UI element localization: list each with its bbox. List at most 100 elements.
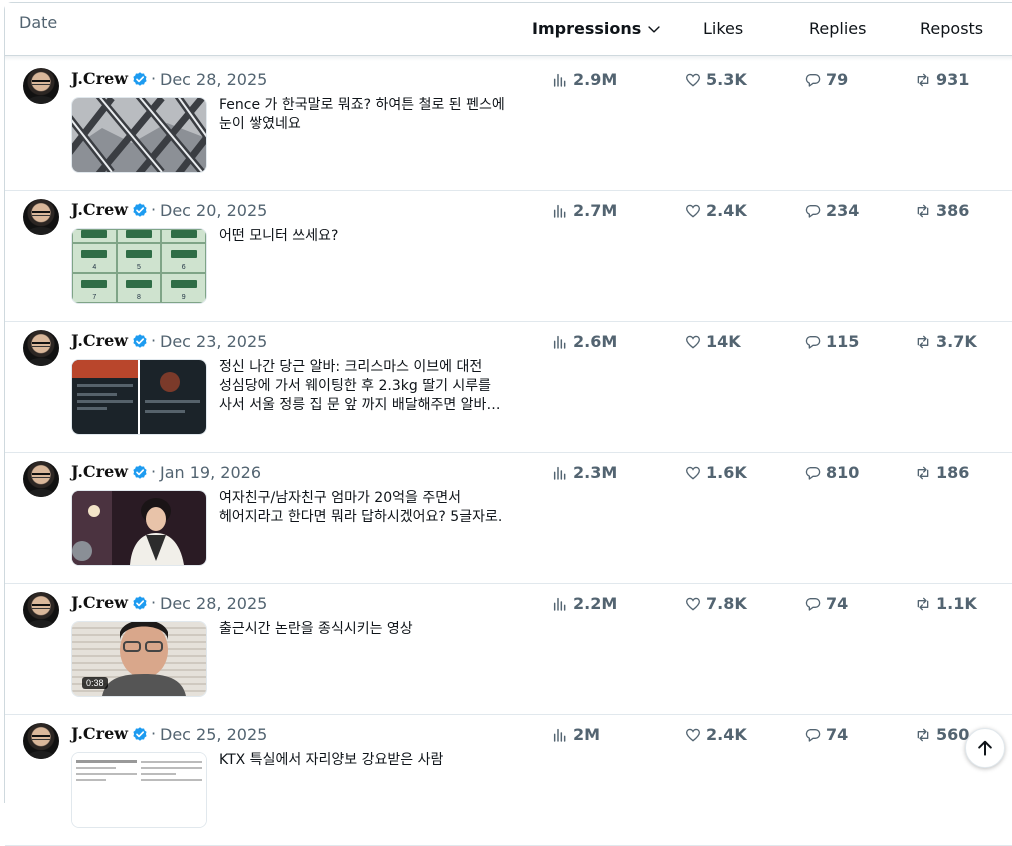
likes-metric[interactable]: 2.4K bbox=[685, 201, 747, 220]
replies-metric[interactable]: 810 bbox=[805, 463, 859, 482]
author-name[interactable]: J.Crew bbox=[71, 331, 128, 350]
repost-icon bbox=[917, 728, 929, 741]
post-text[interactable]: 정신 나간 당근 알바: 크리스마스 이브에 대전 성심당에 가서 웨이팅한 후… bbox=[219, 358, 505, 415]
reposts-metric[interactable]: 3.7K bbox=[915, 332, 977, 351]
post-text[interactable]: KTX 특실에서 자리양보 강요받은 사람 bbox=[219, 751, 505, 770]
column-header-replies[interactable]: Replies bbox=[809, 19, 866, 38]
reposts-value: 931 bbox=[936, 70, 970, 89]
impressions-value: 2.3M bbox=[573, 463, 618, 482]
table-row[interactable]: J.Crew · Dec 28, 2025 Fence 가 한국말로 뭐죠? 하… bbox=[5, 60, 1012, 191]
impressions-metric[interactable]: 2.7M bbox=[552, 201, 617, 220]
replies-metric[interactable]: 79 bbox=[805, 70, 848, 89]
table-row[interactable]: J.Crew · Jan 19, 2026 여자친구/남자친구 엄마가 20억을… bbox=[5, 453, 1012, 584]
post-date[interactable]: Dec 28, 2025 bbox=[160, 594, 267, 613]
table-header: Date Impressions Likes Replies Reposts bbox=[5, 3, 1012, 61]
reposts-metric[interactable]: 560 bbox=[915, 725, 969, 744]
author-name[interactable]: J.Crew bbox=[71, 200, 128, 219]
post-date[interactable]: Dec 23, 2025 bbox=[160, 332, 267, 351]
table-row[interactable]: J.Crew · Dec 28, 2025 0:38 출근시간 논란을 종식시키… bbox=[5, 584, 1012, 715]
reposts-metric[interactable]: 386 bbox=[915, 201, 969, 220]
avatar[interactable] bbox=[23, 592, 59, 628]
column-header-reposts[interactable]: Reposts bbox=[920, 19, 983, 38]
table-row[interactable]: J.Crew · Dec 20, 2025 456789 어떤 모니터 쓰세요?… bbox=[5, 191, 1012, 322]
heart-icon bbox=[685, 466, 701, 480]
header-shadow bbox=[5, 56, 1012, 61]
post-thumbnail[interactable] bbox=[71, 359, 207, 435]
replies-metric[interactable]: 115 bbox=[805, 332, 859, 351]
author-name[interactable]: J.Crew bbox=[71, 724, 128, 743]
post-date[interactable]: Jan 19, 2026 bbox=[160, 463, 261, 482]
analytics-icon bbox=[553, 204, 566, 218]
verified-badge-icon bbox=[133, 334, 147, 348]
verified-badge-icon bbox=[133, 596, 147, 610]
replies-value: 74 bbox=[826, 594, 849, 613]
analytics-table: Date Impressions Likes Replies Reposts J… bbox=[4, 2, 1012, 846]
likes-metric[interactable]: 2.4K bbox=[685, 725, 747, 744]
column-header-date[interactable]: Date bbox=[19, 13, 57, 32]
impressions-value: 2M bbox=[573, 725, 601, 744]
impressions-metric[interactable]: 2.9M bbox=[552, 70, 617, 89]
replies-value: 79 bbox=[826, 70, 849, 89]
analytics-icon bbox=[553, 73, 566, 87]
analytics-icon bbox=[553, 597, 566, 611]
analytics-icon bbox=[553, 335, 566, 349]
reply-icon bbox=[805, 597, 821, 611]
separator-dot: · bbox=[151, 724, 157, 743]
post-text[interactable]: Fence 가 한국말로 뭐죠? 하여튼 철로 된 펜스에 눈이 쌓였네요 bbox=[219, 96, 505, 134]
reposts-metric[interactable]: 186 bbox=[915, 463, 969, 482]
chevron-down-icon bbox=[648, 25, 660, 33]
author-name[interactable]: J.Crew bbox=[71, 462, 128, 481]
reply-icon bbox=[805, 728, 821, 742]
post-thumbnail[interactable]: 0:38 bbox=[71, 621, 207, 697]
impressions-metric[interactable]: 2.2M bbox=[552, 594, 617, 613]
table-row[interactable]: J.Crew · Dec 25, 2025 KTX 특실에서 자리양보 강요받은… bbox=[5, 715, 1012, 846]
post-date[interactable]: Dec 20, 2025 bbox=[160, 201, 267, 220]
post-date[interactable]: Dec 28, 2025 bbox=[160, 70, 267, 89]
verified-badge-icon bbox=[133, 72, 147, 86]
scroll-to-top-button[interactable] bbox=[965, 728, 1005, 768]
post-thumbnail[interactable] bbox=[71, 490, 207, 566]
impressions-value: 2.9M bbox=[573, 70, 618, 89]
column-header-likes[interactable]: Likes bbox=[703, 19, 743, 38]
author-name[interactable]: J.Crew bbox=[71, 69, 128, 88]
avatar[interactable] bbox=[23, 199, 59, 235]
column-header-impressions[interactable]: Impressions bbox=[532, 19, 661, 38]
heart-icon bbox=[685, 73, 701, 87]
post-text[interactable]: 어떤 모니터 쓰세요? bbox=[219, 227, 505, 246]
likes-value: 14K bbox=[706, 332, 741, 351]
impressions-metric[interactable]: 2M bbox=[552, 725, 600, 744]
likes-metric[interactable]: 7.8K bbox=[685, 594, 747, 613]
repost-icon bbox=[917, 335, 929, 348]
impressions-value: 2.2M bbox=[573, 594, 618, 613]
reposts-metric[interactable]: 931 bbox=[915, 70, 969, 89]
repost-icon bbox=[917, 204, 929, 217]
likes-metric[interactable]: 14K bbox=[685, 332, 741, 351]
replies-metric[interactable]: 74 bbox=[805, 594, 848, 613]
analytics-icon bbox=[553, 728, 566, 742]
post-date[interactable]: Dec 25, 2025 bbox=[160, 725, 267, 744]
repost-icon bbox=[917, 597, 929, 610]
replies-metric[interactable]: 234 bbox=[805, 201, 859, 220]
post-thumbnail[interactable] bbox=[71, 752, 207, 828]
likes-value: 2.4K bbox=[706, 201, 747, 220]
impressions-metric[interactable]: 2.3M bbox=[552, 463, 617, 482]
table-row[interactable]: J.Crew · Dec 23, 2025 정신 나간 당근 알바: 크리스마스… bbox=[5, 322, 1012, 453]
impressions-metric[interactable]: 2.6M bbox=[552, 332, 617, 351]
post-thumbnail[interactable]: 456789 bbox=[71, 228, 207, 304]
avatar[interactable] bbox=[23, 330, 59, 366]
avatar[interactable] bbox=[23, 461, 59, 497]
likes-metric[interactable]: 5.3K bbox=[685, 70, 747, 89]
repost-icon bbox=[917, 73, 929, 86]
reposts-value: 386 bbox=[936, 201, 970, 220]
post-text[interactable]: 출근시간 논란을 종식시키는 영상 bbox=[219, 620, 505, 639]
impressions-value: 2.6M bbox=[573, 332, 618, 351]
heart-icon bbox=[685, 335, 701, 349]
avatar[interactable] bbox=[23, 723, 59, 759]
replies-metric[interactable]: 74 bbox=[805, 725, 848, 744]
avatar[interactable] bbox=[23, 68, 59, 104]
author-name[interactable]: J.Crew bbox=[71, 593, 128, 612]
reposts-metric[interactable]: 1.1K bbox=[915, 594, 977, 613]
post-text[interactable]: 여자친구/남자친구 엄마가 20억을 주면서 헤어지라고 한다면 뭐라 답하시겠… bbox=[219, 489, 505, 527]
post-thumbnail[interactable] bbox=[71, 97, 207, 173]
likes-metric[interactable]: 1.6K bbox=[685, 463, 747, 482]
